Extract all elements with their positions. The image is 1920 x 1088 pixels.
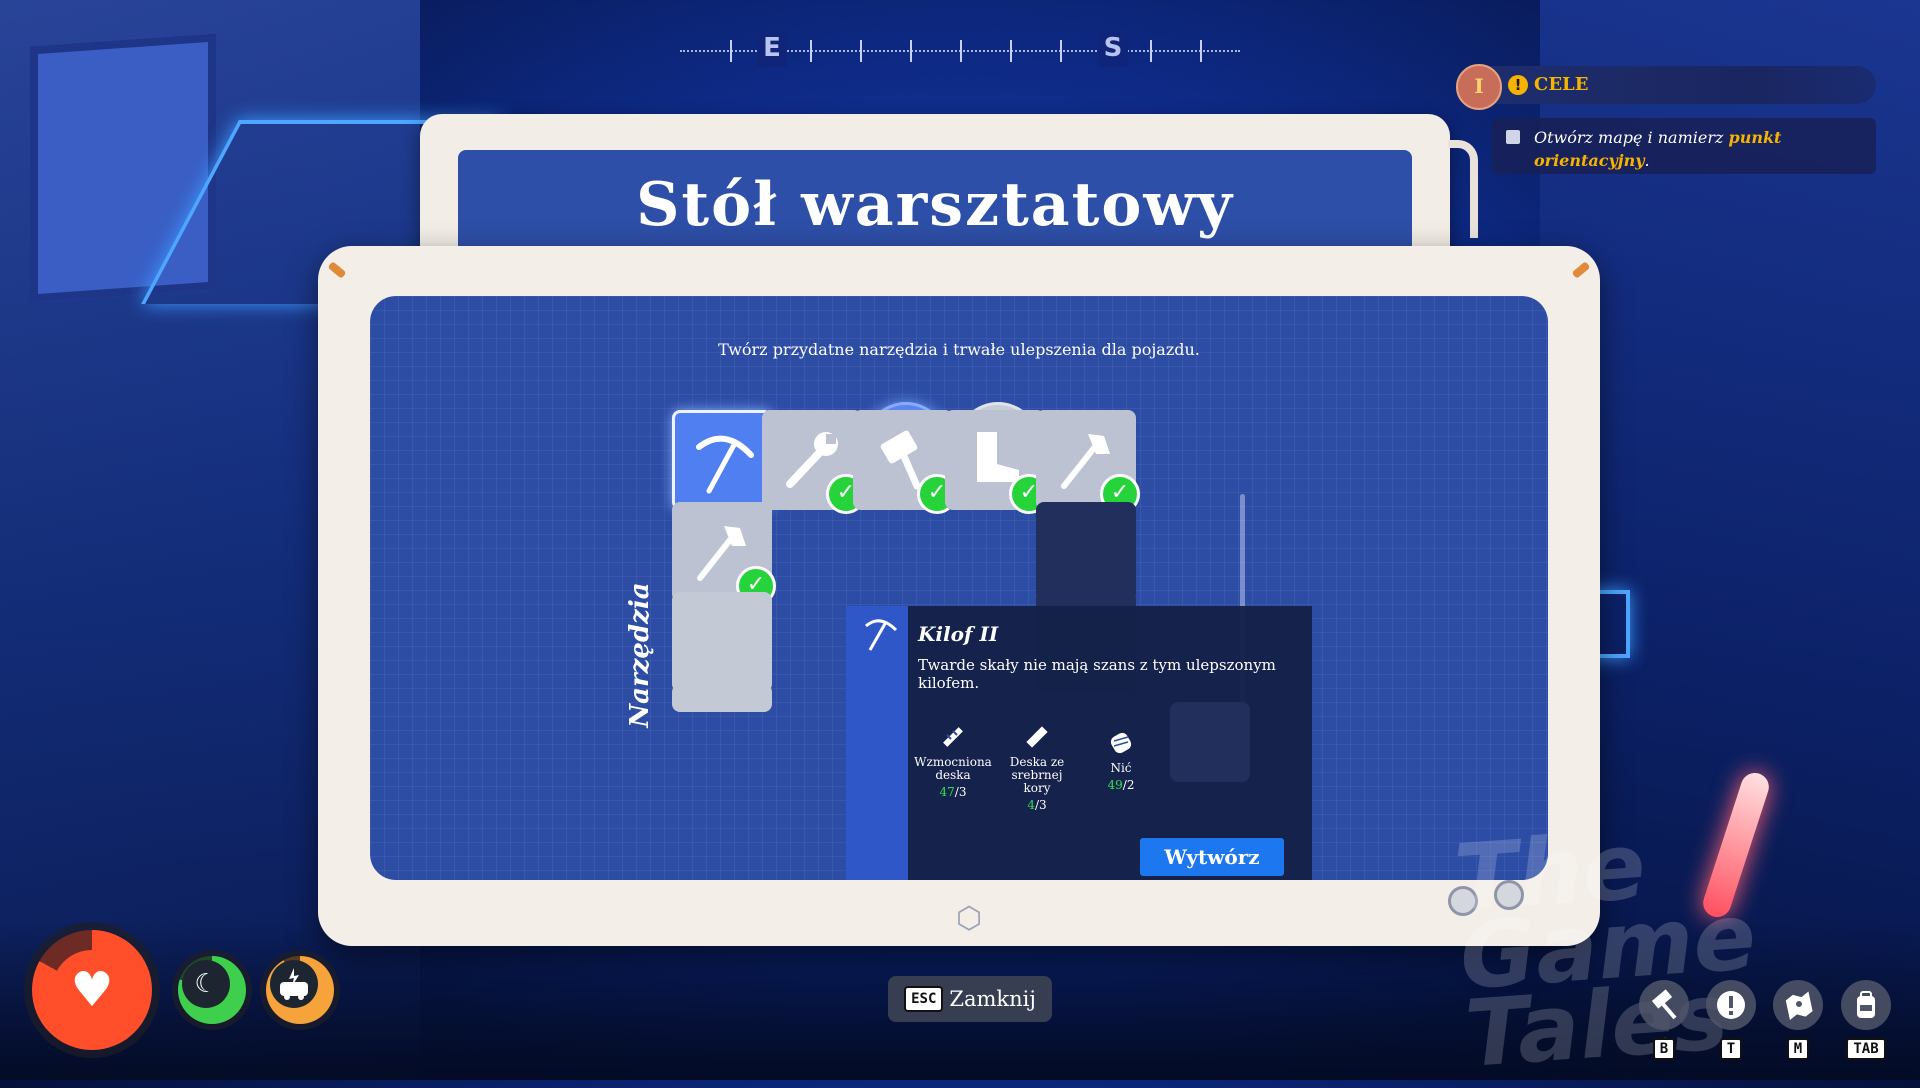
- compass-east-marker: E: [757, 33, 787, 67]
- ingredient-need: 3: [1039, 798, 1047, 812]
- ingredient-silverbark-plank: Deska ze srebrnej kory 4/3: [998, 722, 1076, 812]
- tooltip-accent-strip: [846, 606, 908, 880]
- ingredient-count: 4/3: [1027, 798, 1047, 812]
- hotkey-crafting[interactable]: B: [1636, 980, 1692, 1060]
- recipe-slot-wrench[interactable]: ✓: [762, 410, 866, 514]
- map-icon: [1773, 980, 1823, 1030]
- compass-tick: [910, 40, 912, 62]
- compass-bar: E S: [680, 33, 1240, 67]
- frame-corner: [1571, 261, 1591, 279]
- ingredient-have: 49: [1107, 778, 1123, 792]
- ingredient-count: 49/2: [1107, 778, 1135, 792]
- sleep-meter: ☾: [172, 950, 252, 1030]
- hotkey-map[interactable]: M: [1770, 980, 1826, 1060]
- hotkey-key-label: M: [1786, 1038, 1810, 1060]
- workbench-blueprint: Twórz przydatne narzędzia i trwałe uleps…: [370, 296, 1548, 880]
- objectives-badge: I: [1456, 64, 1502, 110]
- compass-south-marker: S: [1098, 33, 1128, 67]
- compass-tick: [1060, 40, 1062, 62]
- recipe-slot-axe-2[interactable]: ✓: [672, 502, 776, 606]
- recipe-slot-boots[interactable]: ✓: [945, 410, 1049, 514]
- silverbark-plank-icon: [1026, 726, 1048, 748]
- workbench-panel: Twórz przydatne narzędzia i trwałe uleps…: [318, 246, 1600, 946]
- recipe-slot-empty: [672, 592, 772, 692]
- craft-button[interactable]: Wytwórz: [1140, 838, 1284, 876]
- item-tooltip: Kilof II Twarde skały nie mają szans z t…: [908, 606, 1312, 880]
- ingredient-name: Wzmocniona deska: [914, 755, 992, 782]
- hotkey-backpack[interactable]: TAB: [1838, 980, 1894, 1060]
- objective-text-suffix: .: [1644, 151, 1650, 170]
- close-button[interactable]: ESC Zamknij: [888, 976, 1052, 1022]
- health-meter: ♥: [24, 922, 160, 1058]
- exclamation-icon: [1706, 980, 1756, 1030]
- compass-tick: [730, 40, 732, 62]
- ingredient-name: Deska ze srebrnej kory: [1009, 755, 1065, 795]
- pickaxe-icon: [865, 619, 898, 651]
- ingredient-have: 47: [939, 785, 955, 799]
- compass-tick: [1150, 40, 1152, 62]
- compass-tick: [860, 40, 862, 62]
- objective-text-prefix: Otwórz mapę i namierz: [1534, 128, 1729, 147]
- ingredient-slot-empty: [1170, 702, 1250, 782]
- objective-checkbox: [1506, 130, 1520, 144]
- hotkey-key-label: B: [1652, 1038, 1676, 1060]
- recipe-slot-empty: [672, 684, 772, 712]
- ingredient-have: 4: [1027, 798, 1035, 812]
- ingredient-reinforced-plank: Wzmocniona deska 47/3: [914, 722, 992, 799]
- hammer-icon: [1639, 980, 1689, 1030]
- category-label: Narzędzia: [625, 582, 655, 728]
- compass-tick: [1200, 40, 1202, 62]
- ingredient-need: 2: [1126, 778, 1135, 792]
- recipe-slot-pickaxe[interactable]: [672, 410, 772, 510]
- objective-text: Otwórz mapę i namierz punkt orientacyjny…: [1534, 126, 1864, 172]
- pickaxe-icon: [696, 435, 754, 494]
- health-core: ♥: [52, 950, 132, 1030]
- recipe-slot-hammer[interactable]: ✓: [853, 410, 957, 514]
- compass-tick: [960, 40, 962, 62]
- objectives-title: CELE: [1534, 74, 1589, 95]
- vehicle-energy-meter: [260, 950, 340, 1030]
- heart-icon: ♥: [70, 962, 114, 1018]
- reinforced-plank-icon: [943, 727, 963, 747]
- objectives-header: I ! CELE: [1456, 64, 1876, 110]
- compass-tick: [1010, 40, 1012, 62]
- esc-key-badge: ESC: [904, 986, 944, 1012]
- backpack-icon: [1841, 980, 1891, 1030]
- tooltip-description: Twarde skały nie mają szans z tym ulepsz…: [918, 656, 1276, 692]
- ingredient-name: Nić: [1110, 761, 1132, 775]
- compass-tick: [810, 40, 812, 62]
- tooltip-title: Kilof II: [918, 622, 999, 646]
- decorative-pipe: [1448, 140, 1478, 238]
- recipe-slot-empty: [1036, 502, 1136, 602]
- objective-task: Otwórz mapę i namierz punkt orientacyjny…: [1492, 118, 1876, 174]
- hexagon-icon: ⬡: [955, 901, 983, 936]
- hotkey-key-label: TAB: [1846, 1038, 1886, 1060]
- alert-icon: !: [1508, 75, 1528, 95]
- hotkey-key-label: T: [1719, 1038, 1743, 1060]
- van-energy-icon: [270, 960, 318, 1008]
- ingredient-need: 3: [958, 785, 967, 799]
- moon-icon: ☾: [182, 960, 230, 1008]
- ingredient-thread: Nić 49/2: [1082, 728, 1160, 792]
- hotkey-objectives[interactable]: T: [1703, 980, 1759, 1060]
- thread-icon: [1110, 732, 1132, 754]
- recipe-slot-axe[interactable]: ✓: [1036, 410, 1140, 514]
- close-label: Zamknij: [949, 987, 1036, 1011]
- ingredient-count: 47/3: [939, 785, 967, 799]
- workbench-title: Stół warsztatowy: [636, 170, 1234, 240]
- workbench-subtitle: Twórz przydatne narzędzia i trwałe uleps…: [718, 340, 1200, 359]
- frame-corner: [327, 261, 347, 279]
